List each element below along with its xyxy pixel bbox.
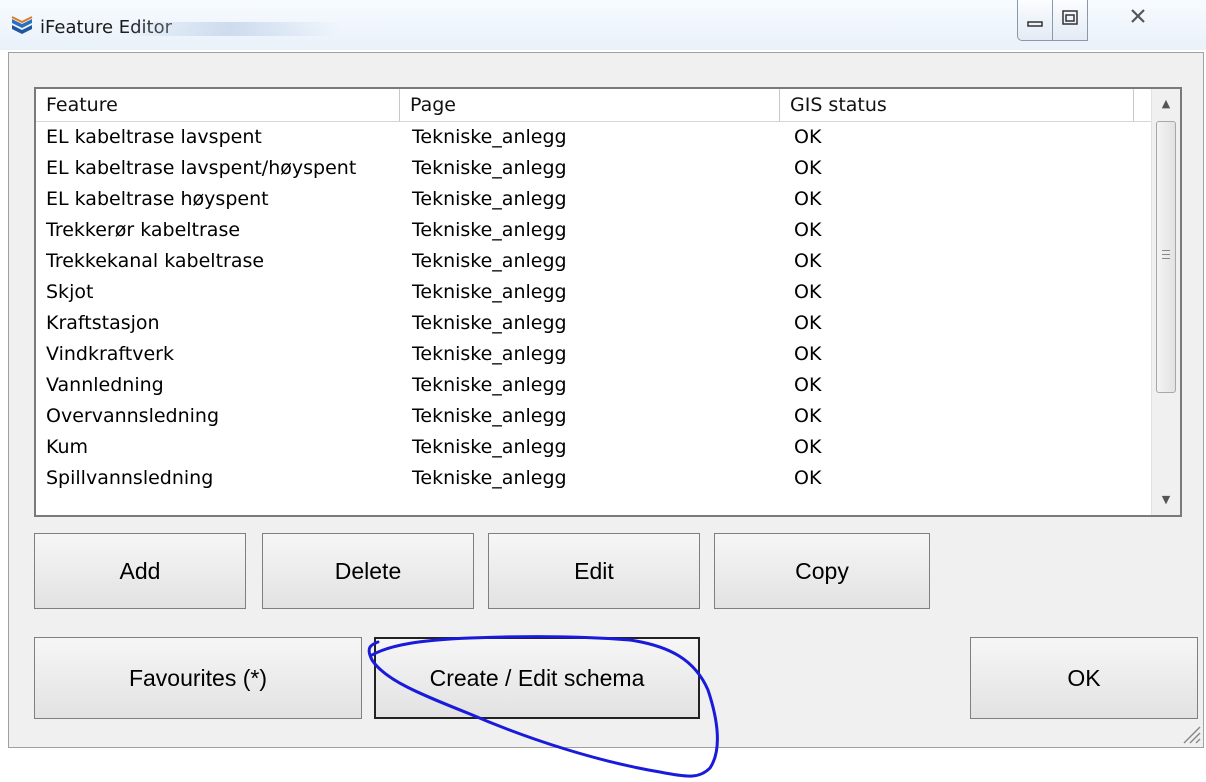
column-header-feature[interactable]: Feature — [36, 89, 400, 121]
add-button-label: Add — [119, 557, 161, 584]
table-row[interactable]: Vannledning Tekniske_anlegg OK — [36, 370, 1154, 401]
title-bar-glare — [120, 22, 340, 36]
resize-grip-icon[interactable] — [1178, 722, 1202, 744]
scrollbar-thumb[interactable] — [1156, 121, 1176, 393]
create-edit-schema-button-label: Create / Edit schema — [429, 664, 645, 691]
cell-page: Tekniske_anlegg — [412, 436, 567, 458]
ok-button-label: OK — [1067, 664, 1101, 691]
cell-gis-status: OK — [794, 312, 822, 334]
cell-feature: Kum — [46, 436, 89, 458]
delete-button[interactable]: Delete — [262, 533, 474, 609]
table-row[interactable]: Trekkekanal kabeltrase Tekniske_anlegg OK — [36, 246, 1154, 277]
cell-gis-status: OK — [794, 436, 822, 458]
scroll-down-arrow-icon[interactable]: ▼ — [1152, 485, 1180, 515]
cell-gis-status: OK — [794, 467, 822, 489]
cell-page: Tekniske_anlegg — [412, 281, 567, 303]
favourites-button[interactable]: Favourites (*) — [34, 637, 362, 719]
ok-button[interactable]: OK — [970, 637, 1198, 719]
cell-feature: Trekkekanal kabeltrase — [46, 250, 265, 272]
favourites-button-label: Favourites (*) — [128, 664, 268, 691]
cell-page: Tekniske_anlegg — [412, 405, 567, 427]
cell-page: Tekniske_anlegg — [412, 126, 567, 148]
table-row[interactable]: Spillvannsledning Tekniske_anlegg OK — [36, 463, 1154, 494]
list-header: Feature Page GIS status — [36, 89, 1156, 122]
cell-gis-status: OK — [794, 188, 822, 210]
edit-button-label: Edit — [574, 557, 614, 584]
table-row[interactable]: Vindkraftverk Tekniske_anlegg OK — [36, 339, 1154, 370]
cell-feature: EL kabeltrase lavspent/høyspent — [46, 157, 357, 179]
cell-feature: Overvannsledning — [46, 405, 220, 427]
cell-feature: Trekkerør kabeltrase — [46, 219, 241, 241]
cell-feature: EL kabeltrase høyspent — [46, 188, 269, 210]
table-row[interactable]: Kraftstasjon Tekniske_anlegg OK — [36, 308, 1154, 339]
table-row[interactable]: EL kabeltrase høyspent Tekniske_anlegg OK — [36, 184, 1154, 215]
maximize-icon — [1062, 10, 1078, 25]
edit-button[interactable]: Edit — [488, 533, 700, 609]
cell-gis-status: OK — [794, 374, 822, 396]
table-row[interactable]: Kum Tekniske_anlegg OK — [36, 432, 1154, 463]
minimize-button[interactable] — [1017, 0, 1053, 41]
feature-list[interactable]: Feature Page GIS status EL kabeltrase la… — [34, 87, 1182, 517]
grip-icon — [1162, 250, 1170, 262]
cell-page: Tekniske_anlegg — [412, 219, 567, 241]
cell-gis-status: OK — [794, 157, 822, 179]
minimize-icon — [1027, 21, 1043, 27]
cell-gis-status: OK — [794, 250, 822, 272]
cell-page: Tekniske_anlegg — [412, 250, 567, 272]
create-edit-schema-button[interactable]: Create / Edit schema — [374, 637, 700, 719]
maximize-button[interactable] — [1052, 0, 1088, 41]
table-row[interactable]: Overvannsledning Tekniske_anlegg OK — [36, 401, 1154, 432]
table-row[interactable]: EL kabeltrase lavspent Tekniske_anlegg OK — [36, 122, 1154, 153]
list-scrollbar[interactable]: ▲ ▼ — [1151, 89, 1180, 515]
table-row[interactable]: EL kabeltrase lavspent/høyspent Tekniske_… — [36, 153, 1154, 184]
cell-gis-status: OK — [794, 281, 822, 303]
cell-gis-status: OK — [794, 126, 822, 148]
cell-page: Tekniske_anlegg — [412, 188, 567, 210]
list-body: EL kabeltrase lavspent Tekniske_anlegg OK E… — [36, 122, 1154, 494]
title-bar[interactable]: iFeature Editor — [0, 0, 1206, 50]
cell-page: Tekniske_anlegg — [412, 374, 567, 396]
scroll-up-arrow-icon[interactable]: ▲ — [1152, 89, 1180, 119]
column-header-gis-status[interactable]: GIS status — [780, 89, 1134, 121]
cell-page: Tekniske_anlegg — [412, 157, 567, 179]
cell-gis-status: OK — [794, 219, 822, 241]
table-row[interactable]: Trekkerør kabeltrase Tekniske_anlegg OK — [36, 215, 1154, 246]
cell-page: Tekniske_anlegg — [412, 467, 567, 489]
cell-feature: Spillvannsledning — [46, 467, 214, 489]
column-header-page[interactable]: Page — [400, 89, 780, 121]
table-row[interactable]: Skjot Tekniske_anlegg OK — [36, 277, 1154, 308]
add-button[interactable]: Add — [34, 533, 246, 609]
cell-gis-status: OK — [794, 405, 822, 427]
cell-feature: EL kabeltrase lavspent — [46, 126, 262, 148]
cell-gis-status: OK — [794, 343, 822, 365]
cell-feature: Vindkraftverk — [46, 343, 174, 365]
cell-feature: Skjot — [46, 281, 94, 303]
copy-button[interactable]: Copy — [714, 533, 930, 609]
close-icon — [1131, 9, 1145, 23]
cell-page: Tekniske_anlegg — [412, 312, 567, 334]
ifeature-app-icon — [11, 16, 33, 34]
copy-button-label: Copy — [795, 557, 849, 584]
cell-feature: Vannledning — [46, 374, 164, 396]
cell-page: Tekniske_anlegg — [412, 343, 567, 365]
delete-button-label: Delete — [334, 557, 402, 584]
close-button[interactable] — [1090, 0, 1196, 40]
cell-feature: Kraftstasjon — [46, 312, 160, 334]
